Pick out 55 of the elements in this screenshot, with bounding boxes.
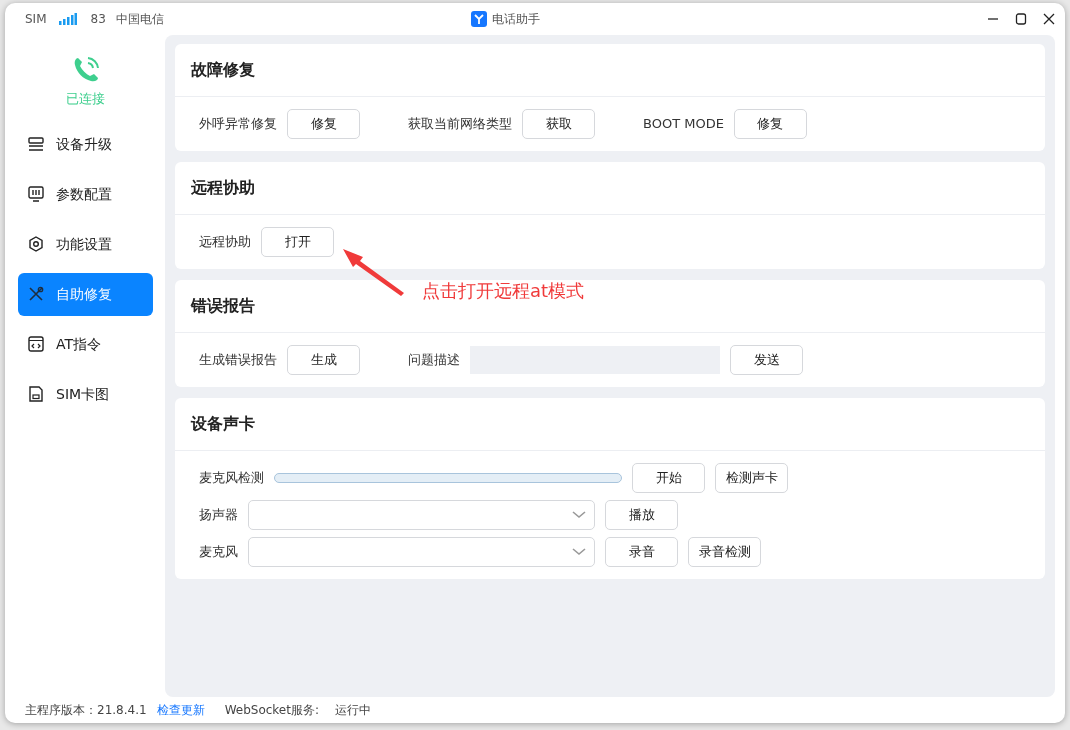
update-link[interactable]: 检查更新	[156, 701, 205, 719]
field-label: 生成错误报告	[199, 351, 277, 370]
websocket-label: WebSocket服务:	[224, 702, 319, 719]
version-label: 主程序版本：21.8.4.1	[25, 702, 147, 719]
sidebar-item[interactable]: AT指令	[18, 322, 153, 366]
action-button[interactable]: 录音	[605, 537, 678, 567]
action-button[interactable]: 打开	[261, 227, 334, 257]
sidebar-item[interactable]: 功能设置	[18, 222, 153, 266]
chevron-down-icon	[572, 548, 586, 556]
action-button[interactable]: 修复	[287, 109, 360, 139]
window-title: 电话助手	[491, 11, 540, 28]
action-button[interactable]: 开始	[632, 463, 705, 493]
action-button[interactable]: 生成	[287, 345, 360, 375]
monitor-sliders-icon	[28, 186, 44, 202]
signal-value: 83	[90, 11, 106, 28]
app-logo-icon	[470, 11, 487, 27]
field-label: 获取当前网络类型	[408, 115, 512, 134]
field-label: 远程协助	[199, 233, 251, 252]
section-title: 远程协助	[175, 162, 1045, 215]
code-window-icon	[28, 336, 44, 352]
tools-icon	[28, 286, 44, 302]
server-icon	[28, 136, 44, 152]
maximize-icon	[1015, 13, 1027, 25]
field-label: BOOT MODE	[643, 115, 724, 134]
action-button[interactable]: 获取	[522, 109, 595, 139]
action-button[interactable]: 录音检测	[688, 537, 761, 567]
signal-icon	[58, 13, 77, 25]
close-icon	[1043, 13, 1055, 25]
sim-label: SIM	[25, 11, 47, 28]
sidebar-item[interactable]: 参数配置	[18, 172, 153, 216]
section-title: 故障修复	[175, 44, 1045, 97]
annotation-text: 点击打开远程at模式	[422, 279, 585, 303]
sidebar-item[interactable]: 自助修复	[18, 272, 153, 316]
field-label: 麦克风	[199, 543, 238, 562]
action-button[interactable]: 播放	[605, 500, 678, 530]
action-button[interactable]: 检测声卡	[715, 463, 788, 493]
field-label: 扬声器	[199, 506, 238, 525]
section-title: 设备声卡	[175, 398, 1045, 451]
dropdown-field[interactable]	[248, 537, 595, 567]
websocket-status: 运行中	[335, 702, 371, 719]
action-button[interactable]: 发送	[730, 345, 803, 375]
gear-icon	[28, 236, 44, 252]
sidebar-item[interactable]: SIM卡图	[18, 372, 153, 416]
field-label: 外呼异常修复	[199, 115, 277, 134]
sidebar-item[interactable]: 设备升级	[18, 122, 153, 166]
close-button[interactable]	[1043, 13, 1055, 25]
connection-status: 已连接	[66, 90, 105, 108]
sim-card-icon	[28, 386, 44, 402]
dropdown-field[interactable]	[248, 500, 595, 530]
field-label: 问题描述	[408, 351, 460, 370]
carrier-name: 中国电信	[115, 11, 164, 28]
chevron-down-icon	[572, 511, 586, 519]
action-button[interactable]: 修复	[733, 109, 807, 139]
maximize-button[interactable]	[1015, 13, 1027, 25]
field-label: 麦克风检测	[199, 469, 264, 488]
